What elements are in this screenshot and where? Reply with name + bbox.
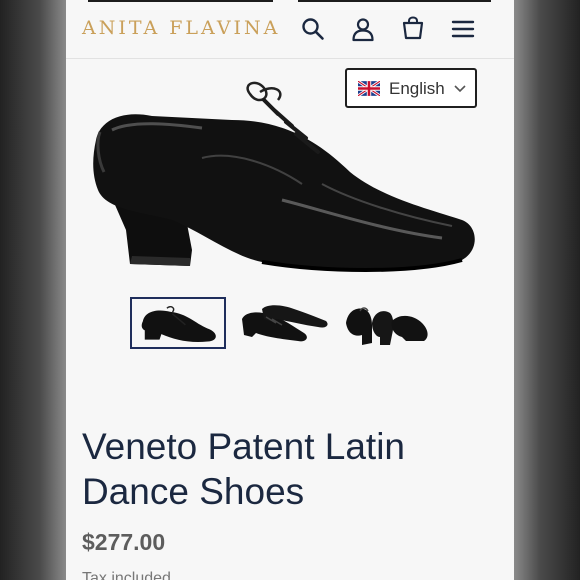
background-right xyxy=(514,0,580,580)
language-label: English xyxy=(389,79,445,98)
chevron-down-icon xyxy=(454,85,466,93)
page: ANITA FLAVINA English Veneto Patent Lati… xyxy=(66,0,514,580)
product-title: Veneto Patent Latin Dance Shoes xyxy=(82,426,405,512)
language-selector[interactable]: English xyxy=(345,68,477,108)
account-icon[interactable] xyxy=(350,16,376,42)
uk-flag-icon xyxy=(358,81,380,96)
product-main-image[interactable] xyxy=(82,80,482,280)
search-icon[interactable] xyxy=(300,16,326,42)
thumbnail-pair-view[interactable] xyxy=(236,297,332,349)
menu-icon[interactable] xyxy=(450,16,476,42)
site-logo[interactable]: ANITA FLAVINA xyxy=(82,17,280,39)
product-price: $277.00 xyxy=(82,529,166,555)
cart-icon[interactable] xyxy=(400,16,426,42)
tax-note: Tax included. xyxy=(82,570,176,580)
site-header: ANITA FLAVINA xyxy=(66,0,514,59)
thumbnail-back-view[interactable] xyxy=(342,297,438,349)
thumbnail-side-view[interactable] xyxy=(130,297,226,349)
background-left xyxy=(0,0,66,580)
